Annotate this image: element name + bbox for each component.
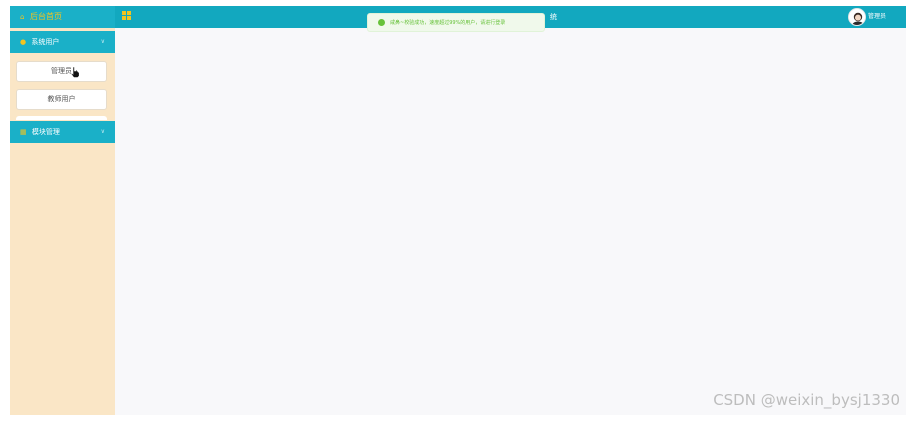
hand-cursor-icon xyxy=(70,66,80,78)
home-icon: ⌂ xyxy=(20,13,25,21)
module-icon: ▦ xyxy=(20,128,27,136)
app-window: ⌂ 后台首页 统 管理员 咸鼻~校验成功，速度超过99%的用户，请进行登录 ● … xyxy=(10,6,906,415)
user-name[interactable]: 管理员 xyxy=(868,6,886,28)
brand-label: 后台首页 xyxy=(30,12,62,21)
watermark: CSDN @weixin_bysj1330 xyxy=(713,391,900,409)
toast-message: 咸鼻~校验成功，速度超过99%的用户，请进行登录 xyxy=(390,20,506,26)
menu-system-users-label: 系统用户 xyxy=(31,38,60,46)
menu-system-users[interactable]: ● 系统用户 ∨ xyxy=(10,31,115,53)
submenu-item-teacher-users[interactable]: 教师用户 xyxy=(16,89,107,110)
main-content xyxy=(115,28,906,415)
submenu-item-partial xyxy=(16,116,107,120)
grid-icon[interactable] xyxy=(122,11,131,20)
menu-module-management-label: 模块管理 xyxy=(31,128,60,136)
success-check-icon xyxy=(378,19,385,26)
chevron-down-icon: ∨ xyxy=(100,38,105,45)
avatar[interactable] xyxy=(848,8,866,26)
user-icon: ● xyxy=(20,38,27,46)
system-title: 统 xyxy=(550,13,557,21)
sidebar: ● 系统用户 ∨ 管理员 教师用户 ▦ 模块管理 ∨ xyxy=(10,28,115,415)
success-toast: 咸鼻~校验成功，速度超过99%的用户，请进行登录 xyxy=(367,13,545,32)
chevron-down-icon: ∨ xyxy=(100,128,105,135)
menu-module-management[interactable]: ▦ 模块管理 ∨ xyxy=(10,121,115,143)
avatar-portrait-icon xyxy=(849,9,865,25)
brand-home-link[interactable]: ⌂ 后台首页 xyxy=(10,6,115,28)
submenu-item-admin[interactable]: 管理员 xyxy=(16,61,107,82)
